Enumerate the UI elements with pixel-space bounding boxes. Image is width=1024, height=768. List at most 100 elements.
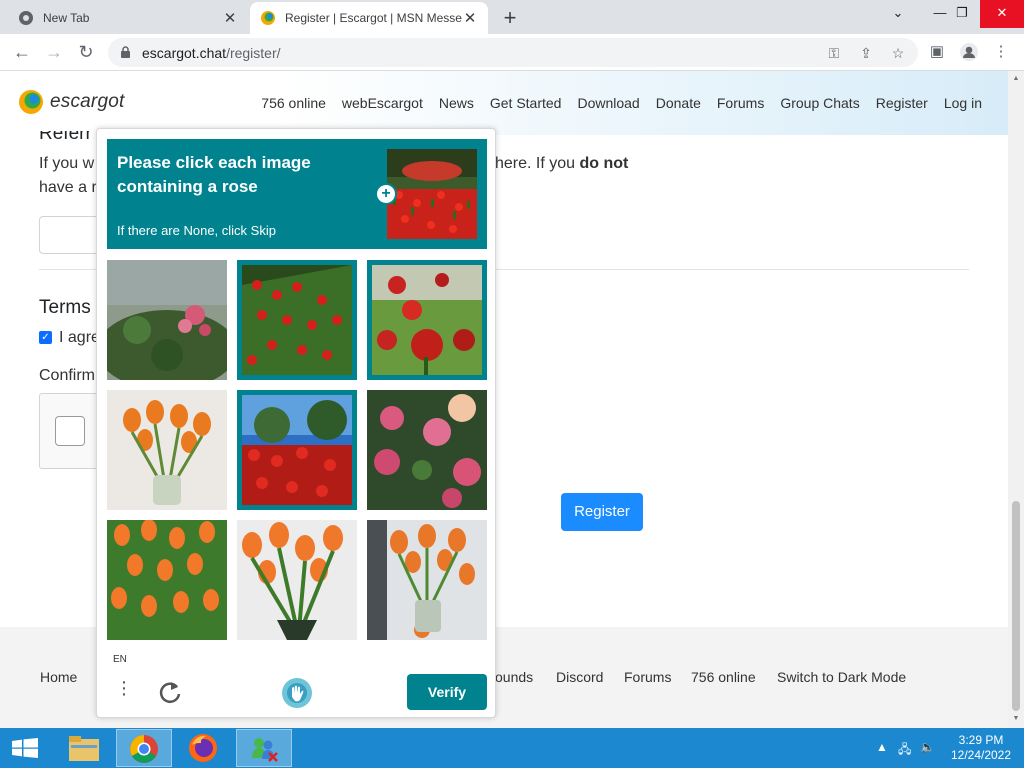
language-selector[interactable]: EN xyxy=(113,654,127,665)
challenge-tile[interactable] xyxy=(237,390,357,510)
register-button[interactable]: Register xyxy=(561,493,643,531)
footer-link-home[interactable]: Home xyxy=(40,669,77,685)
back-icon[interactable]: ← xyxy=(10,40,34,64)
hcaptcha-checkbox[interactable] xyxy=(55,416,85,446)
close-window-button[interactable]: ✕ xyxy=(980,0,1024,28)
clock-time: 3:29 PM xyxy=(958,733,1004,747)
challenge-tile[interactable] xyxy=(367,260,487,380)
escargot-logo-icon xyxy=(19,90,43,114)
show-hidden-icons[interactable]: ▲ xyxy=(876,740,888,754)
challenge-tile[interactable] xyxy=(367,390,487,510)
challenge-tile[interactable] xyxy=(107,390,227,510)
tab-register[interactable]: Register | Escargot | MSN Messenger ✕ xyxy=(250,2,488,34)
challenge-menu-icon[interactable]: · · · xyxy=(117,672,131,704)
folder-icon xyxy=(69,736,99,761)
site-header: escargot 756 online webEscargot News Get… xyxy=(0,71,1008,135)
nav-forums[interactable]: Forums xyxy=(717,95,764,111)
scroll-down-icon[interactable]: ▼ xyxy=(1008,715,1024,722)
nav-donate[interactable]: Donate xyxy=(656,95,701,111)
challenge-title: Please click each image containing a ros… xyxy=(117,153,311,196)
challenge-tile[interactable] xyxy=(107,260,227,380)
example-image[interactable] xyxy=(387,149,477,239)
challenge-tile[interactable] xyxy=(237,260,357,380)
windows-taskbar: ▲ 🖧 🔈 3:29 PM 12/24/2022 xyxy=(0,728,1024,768)
challenge-image-grid xyxy=(107,260,487,640)
lock-icon xyxy=(121,46,130,58)
browser-toolbar: ← → ↻ escargot.chat/register/ ⚿ ⇪ ☆ ▣ ⋮ xyxy=(0,34,1024,71)
challenge-tile[interactable] xyxy=(367,520,487,640)
referral-text-line1-end: here. If you do not xyxy=(495,155,628,173)
nav-news[interactable]: News xyxy=(439,95,474,111)
address-bar[interactable]: escargot.chat/register/ ⚿ ⇪ ☆ xyxy=(108,38,918,67)
browser-tab-strip: New Tab ✕ Register | Escargot | MSN Mess… xyxy=(0,0,1024,34)
referral-text-line2: have a r xyxy=(39,179,97,196)
nav-log-in[interactable]: Log in xyxy=(944,95,982,111)
tab-new-tab[interactable]: New Tab ✕ xyxy=(8,2,248,34)
footer-link-forums[interactable]: Forums xyxy=(624,669,671,685)
referral-text-bold: do not xyxy=(579,155,629,172)
site-nav: 756 online webEscargot News Get Started … xyxy=(261,95,982,111)
referral-text-part: here. If you xyxy=(495,155,580,172)
nav-group-chats[interactable]: Group Chats xyxy=(780,95,859,111)
terms-heading: Terms xyxy=(39,297,91,318)
browser-menu-icon[interactable]: ⋮ xyxy=(990,41,1012,63)
profile-icon[interactable] xyxy=(958,41,980,63)
tab-title: New Tab xyxy=(43,11,90,25)
restore-button[interactable]: ❐ xyxy=(940,0,984,28)
taskbar-file-explorer[interactable] xyxy=(56,729,112,767)
nav-get-started[interactable]: Get Started xyxy=(490,95,562,111)
taskbar-msn-messenger[interactable] xyxy=(236,729,292,767)
taskbar-firefox[interactable] xyxy=(176,729,232,767)
footer-link-sounds[interactable]: ounds xyxy=(495,669,533,685)
challenge-prompt: Please click each image containing a ros… xyxy=(107,139,487,249)
footer-link-discord[interactable]: Discord xyxy=(556,669,603,685)
expand-example-icon[interactable]: + xyxy=(375,183,397,205)
escargot-icon xyxy=(261,11,275,25)
url-text: escargot.chat/register/ xyxy=(142,45,281,61)
network-icon[interactable]: 🖧 xyxy=(898,740,911,761)
confirm-heading: Confirm xyxy=(39,367,96,384)
new-tab-button[interactable]: + xyxy=(498,5,522,31)
scroll-up-icon[interactable]: ▲ xyxy=(1008,75,1024,82)
challenge-tile[interactable] xyxy=(237,520,357,640)
msn-messenger-icon xyxy=(252,738,278,762)
bookmark-star-icon[interactable]: ☆ xyxy=(888,43,908,63)
site-logo[interactable]: escargot xyxy=(18,89,124,115)
footer-link-dark-mode[interactable]: Switch to Dark Mode xyxy=(777,669,906,685)
nav-webescargot[interactable]: webEscargot xyxy=(342,95,423,111)
firefox-icon xyxy=(189,734,217,762)
terms-checkbox-label: I agre xyxy=(59,329,100,346)
taskbar-chrome[interactable] xyxy=(116,729,172,767)
share-icon[interactable]: ⇪ xyxy=(856,43,876,63)
challenge-tile[interactable] xyxy=(107,520,227,640)
verify-button[interactable]: Verify xyxy=(407,674,487,710)
taskbar-clock[interactable]: 3:29 PM 12/24/2022 xyxy=(940,733,1022,763)
chrome-icon xyxy=(130,735,158,763)
tab-search-icon[interactable]: ⌄ xyxy=(876,0,920,28)
nav-online-count[interactable]: 756 online xyxy=(261,95,326,111)
challenge-subtitle: If there are None, click Skip xyxy=(117,223,276,238)
close-tab-icon[interactable]: ✕ xyxy=(462,9,478,27)
page-scrollbar[interactable]: ▲ ▼ xyxy=(1008,71,1024,728)
nav-register[interactable]: Register xyxy=(876,95,928,111)
key-icon[interactable]: ⚿ xyxy=(824,43,844,63)
referral-text-line1: If you w xyxy=(39,155,95,172)
url-host: escargot.chat xyxy=(142,45,227,61)
refresh-challenge-icon[interactable] xyxy=(157,679,183,705)
site-logo-text: escargot xyxy=(50,91,125,112)
terms-checkbox[interactable]: ✓ xyxy=(39,331,52,344)
side-panel-icon[interactable]: ▣ xyxy=(926,41,948,63)
volume-icon[interactable]: 🔈 xyxy=(920,740,935,754)
hcaptcha-challenge: Please click each image containing a ros… xyxy=(96,128,496,718)
scroll-thumb[interactable] xyxy=(1012,501,1020,711)
nav-download[interactable]: Download xyxy=(577,95,639,111)
clock-date: 12/24/2022 xyxy=(950,748,1012,762)
url-path: /register/ xyxy=(226,45,281,61)
reload-icon[interactable]: ↻ xyxy=(74,40,98,64)
forward-icon[interactable]: → xyxy=(42,40,66,64)
tab-title: Register | Escargot | MSN Messenger xyxy=(285,11,462,25)
windows-start-icon[interactable] xyxy=(12,738,38,758)
hcaptcha-logo-icon xyxy=(282,678,312,708)
footer-link-online-count[interactable]: 756 online xyxy=(691,669,756,685)
close-tab-icon[interactable]: ✕ xyxy=(222,9,238,27)
